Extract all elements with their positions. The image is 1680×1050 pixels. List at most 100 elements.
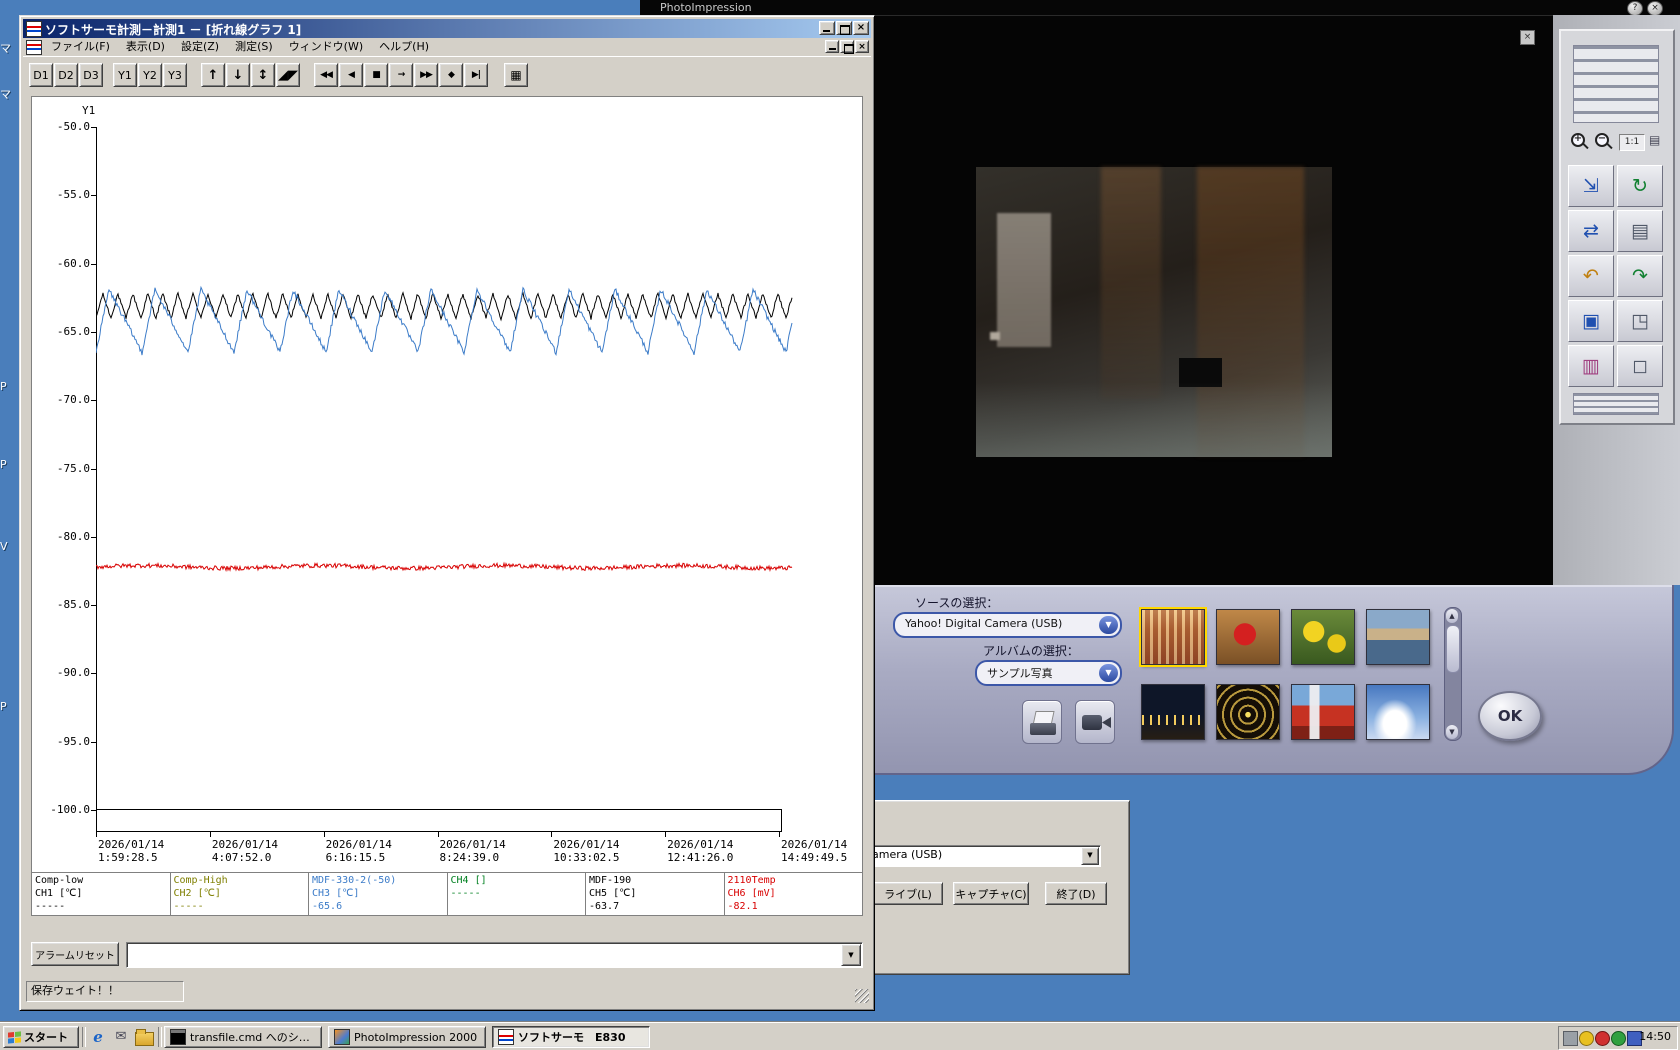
toolbar-media-button[interactable]: ◆ [439, 63, 463, 87]
pi-tool-button[interactable]: ◻ [1617, 345, 1663, 387]
channel-cell[interactable]: MDF-190 CH5 [℃] -63.7 [586, 873, 725, 915]
dropdown-arrow-icon[interactable]: ▼ [1099, 664, 1118, 682]
mdi-minimize-button[interactable] [825, 40, 839, 53]
camera-source-button[interactable] [1075, 700, 1115, 744]
taskbar-task-photoimpression[interactable]: PhotoImpression 2000 [328, 1026, 486, 1048]
toolbar-y-button[interactable]: Y1 [113, 63, 137, 87]
toolbar-d-button[interactable]: D1 [29, 63, 53, 87]
taskbar-task-transfile[interactable]: transfile.cmd へのショート... [164, 1026, 322, 1048]
pi-tool-button[interactable]: ▤ [1617, 210, 1663, 252]
channel-cell[interactable]: Comp-High CH2 [℃] ----- [171, 873, 309, 915]
alarm-reset-button[interactable]: アラームリセット [31, 942, 119, 966]
toolbar-media-button[interactable]: ▶▶ [414, 63, 438, 87]
pi-close-button[interactable]: × [1647, 1, 1663, 16]
channel-cell[interactable]: Comp-low CH1 [℃] ----- [32, 873, 171, 915]
canvas-close-icon[interactable]: × [1520, 30, 1535, 45]
mdi-close-button[interactable]: × [855, 40, 869, 53]
capture-button[interactable]: キャプチャ(C) [953, 882, 1029, 905]
camera-select-dropdown[interactable]: amera (USB) ▼ [867, 845, 1101, 867]
mdi-restore-button[interactable] [840, 40, 854, 54]
menu-item[interactable]: ファイル(F) [43, 38, 118, 56]
restore-button[interactable] [836, 21, 852, 35]
channel-cell[interactable]: 2110Temp CH6 [mV] -82.1 [725, 873, 863, 915]
thumbnail-sky-clouds[interactable] [1366, 684, 1430, 740]
minimize-button[interactable] [819, 21, 835, 35]
window-titlebar[interactable]: ソフトサーモ計測－計測1 － [折れ線グラフ 1] × [23, 19, 871, 38]
thumbnail-ship[interactable] [1291, 684, 1355, 740]
source-select-dropdown[interactable]: Yahoo! Digital Camera (USB) ▼ [893, 612, 1122, 638]
pi-tool-button[interactable]: ▥ [1568, 345, 1614, 387]
dropdown-arrow-icon[interactable]: ▼ [1099, 616, 1118, 634]
scroll-down-arrow-icon[interactable]: ▼ [1446, 725, 1458, 739]
resize-grip[interactable] [855, 989, 869, 1003]
pi-tool-button[interactable]: ↷ [1617, 255, 1663, 297]
dropdown-arrow-icon[interactable]: ▼ [841, 944, 861, 966]
pi-tool-button[interactable]: ⇲ [1568, 165, 1614, 207]
tray-icon-4[interactable] [1611, 1031, 1626, 1046]
desktop-icon-label[interactable]: P [0, 380, 7, 393]
menu-item[interactable]: ウィンドウ(W) [281, 38, 371, 56]
quicklaunch-mail-icon[interactable]: ✉ [111, 1027, 131, 1047]
desktop-icon-label[interactable]: マ [0, 40, 11, 56]
album-select-dropdown[interactable]: サンプル写真 ▼ [975, 660, 1122, 686]
desktop-icon-label[interactable]: P [0, 458, 7, 471]
toolbar-table-button[interactable]: ▦ [504, 63, 528, 87]
exit-button[interactable]: 終了(D) [1045, 882, 1107, 905]
start-button[interactable]: スタート [3, 1026, 79, 1048]
thumbnail-light-trails[interactable] [1216, 684, 1280, 740]
thumbnail-canyon[interactable] [1139, 607, 1207, 667]
toolbar-media-button[interactable]: ■ [364, 63, 388, 87]
x-scroll-box[interactable] [96, 809, 782, 832]
taskbar-task-softthermo[interactable]: ソフトサーモ E830 [492, 1026, 650, 1048]
alarm-combobox[interactable]: ▼ [126, 942, 863, 968]
toolbar-nav-button[interactable]: ↓ [226, 63, 250, 87]
thumbnail-yellow-flower[interactable] [1291, 609, 1355, 665]
menu-item[interactable]: 設定(Z) [173, 38, 227, 56]
toolbar-media-button[interactable]: ◀◀ [314, 63, 338, 87]
photo-preview[interactable] [976, 167, 1332, 457]
menu-item[interactable]: 測定(S) [227, 38, 281, 56]
tray-icon-1[interactable] [1563, 1031, 1578, 1046]
toolbar-d-button[interactable]: D2 [54, 63, 78, 87]
zoom-page-icon[interactable]: ▤ [1649, 133, 1660, 147]
tray-icon-3[interactable] [1595, 1031, 1610, 1046]
menu-item[interactable]: 表示(D) [118, 38, 173, 56]
mdi-child-icon[interactable] [26, 40, 42, 55]
live-button[interactable]: ライブ(L) [873, 882, 943, 905]
tray-icon-2[interactable] [1579, 1031, 1594, 1046]
toolbar-nav-button[interactable]: ↑ [201, 63, 225, 87]
toolbar-media-button[interactable]: → [389, 63, 413, 87]
toolbar-media-button[interactable]: ◀ [339, 63, 363, 87]
pi-tool-button[interactable]: ↻ [1617, 165, 1663, 207]
ok-button[interactable]: OK [1478, 691, 1542, 741]
scanner-source-button[interactable] [1022, 700, 1062, 744]
pi-tool-button[interactable]: ⇄ [1568, 210, 1614, 252]
pi-tool-button[interactable]: ▣ [1568, 300, 1614, 342]
channel-cell[interactable]: CH4 [] ----- [448, 873, 586, 915]
toolbar-nav-button[interactable]: ↕ [251, 63, 275, 87]
thumbnail-scrollbar[interactable]: ▲ ▼ [1444, 607, 1462, 741]
thumbnail-cardinal-bird[interactable] [1216, 609, 1280, 665]
toolbar-nav-button[interactable]: ◢◤ [276, 63, 300, 87]
toolbar-media-button[interactable]: ▶| [464, 63, 488, 87]
pi-help-button[interactable]: ? [1627, 1, 1643, 16]
quicklaunch-ie-icon[interactable]: e [88, 1027, 108, 1047]
pi-tool-button[interactable]: ↶ [1568, 255, 1614, 297]
thumbnail-harbor[interactable] [1366, 609, 1430, 665]
desktop-icon-label[interactable]: マ [0, 86, 11, 102]
desktop-icon-label[interactable]: P [0, 700, 7, 713]
toolbar-d-button[interactable]: D3 [79, 63, 103, 87]
menu-item[interactable]: ヘルプ(H) [371, 38, 437, 56]
zoom-in-icon[interactable]: + [1569, 131, 1589, 151]
desktop-icon-label[interactable]: V [0, 540, 8, 553]
thumbnail-night-city[interactable] [1141, 684, 1205, 740]
channel-cell[interactable]: MDF-330-2(-50) CH3 [℃] -65.6 [309, 873, 448, 915]
scroll-up-arrow-icon[interactable]: ▲ [1446, 609, 1458, 623]
pi-tool-button[interactable]: ◳ [1617, 300, 1663, 342]
scrollbar-thumb[interactable] [1446, 625, 1460, 673]
dropdown-arrow-icon[interactable]: ▼ [1081, 847, 1099, 865]
toolbar-y-button[interactable]: Y2 [138, 63, 162, 87]
toolbar-y-button[interactable]: Y3 [163, 63, 187, 87]
zoom-out-icon[interactable]: − [1593, 131, 1613, 151]
close-button[interactable]: × [853, 21, 869, 35]
